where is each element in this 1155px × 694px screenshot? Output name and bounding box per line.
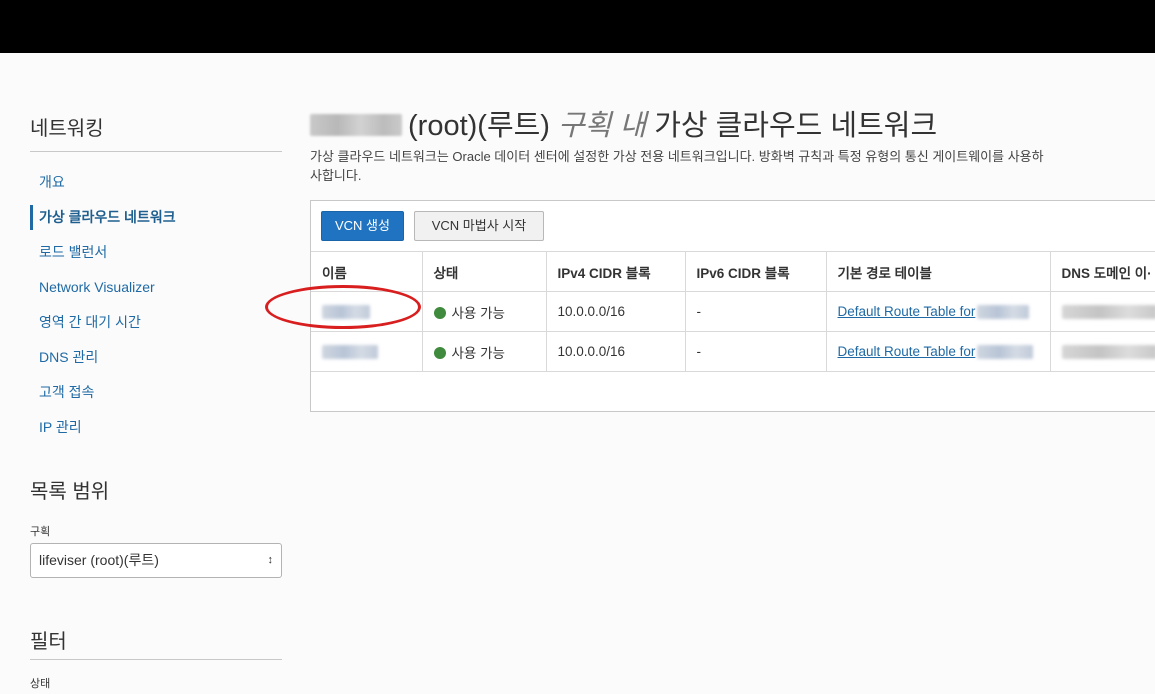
vcn-name-link[interactable] [311,291,422,332]
redacted-compartment-name [310,114,402,136]
ipv4-cell: 10.0.0.0/16 [545,291,685,332]
sidebar-item-dns-management[interactable]: DNS 관리 [30,340,282,375]
sidebar-item-ip-management[interactable]: IP 관리 [30,410,282,445]
top-header-bar [0,0,1155,53]
sidebar-divider [30,151,282,152]
filter-title: 필터 [30,631,67,653]
table-header-row: 이름 상태 IPv4 CIDR 블록 IPv6 CIDR 블록 기본 경로 테이… [311,251,1155,292]
sidebar-item-inter-region-latency[interactable]: 영역 간 대기 시간 [30,305,282,340]
route-table-link[interactable]: Default Route Table for [838,304,976,319]
redacted-route-table-name [977,305,1030,320]
compartment-select[interactable]: lifeviser (root)(루트) ↕ [30,543,282,578]
ipv4-cell: 10.0.0.0/16 [545,331,685,372]
ipv6-cell: - [684,291,826,332]
filter-divider [30,659,282,660]
redacted-dns-domain [1061,305,1155,320]
create-vcn-button[interactable]: VCN 생성 [321,211,404,241]
select-updown-icon: ↕ [267,554,274,566]
sidebar-item-load-balancer[interactable]: 로드 밸런서 [30,235,282,270]
available-status-icon [433,346,446,359]
state-filter-label: 상태 [30,678,51,690]
table-row: 사용 가능 10.0.0.0/16 - Default Route Table … [311,291,1155,332]
description-line-2: 사합니다. [310,168,362,183]
redacted-route-table-name [977,345,1034,360]
route-table-link[interactable]: Default Route Table for [838,344,976,359]
column-header-ipv4[interactable]: IPv4 CIDR 블록 [545,251,685,292]
sidebar-item-network-visualizer[interactable]: Network Visualizer [30,270,282,305]
state-text: 사용 가능 [451,345,505,361]
state-text: 사용 가능 [451,305,505,321]
list-scope-title: 목록 범위 [30,481,110,503]
sidebar-item-vcn[interactable]: 가상 클라우드 네트워크 [30,200,282,235]
dns-domain-cell [1049,291,1155,332]
redacted-vcn-name [322,345,378,360]
sidebar-item-overview[interactable]: 개요 [30,165,282,200]
compartment-select-value: lifeviser (root)(루트) [39,552,159,568]
page-title: (root)(루트) 구획 내 가상 클라우드 네트워크 [310,102,937,144]
vcn-list-panel: VCN 생성 VCN 마법사 시작 이름 상태 IPv4 CIDR 블록 IPv… [310,200,1155,412]
compartment-label: 구획 [30,526,51,538]
column-header-route-table[interactable]: 기본 경로 테이블 [825,251,1050,292]
sidebar-title: 네트워킹 [30,118,104,140]
redacted-dns-domain [1061,345,1155,360]
redacted-vcn-name [322,305,370,320]
description-line-1: 가상 클라우드 네트워크는 Oracle 데이터 센터에 설정한 가상 전용 네… [310,149,1044,164]
title-compartment-suffix: (root)(루트) [408,110,550,142]
vcn-table: 이름 상태 IPv4 CIDR 블록 IPv6 CIDR 블록 기본 경로 테이… [311,251,1155,372]
dns-domain-cell [1049,331,1155,372]
sidebar-item-customer-connectivity[interactable]: 고객 접속 [30,375,282,410]
sidebar-nav: 개요 가상 클라우드 네트워크 로드 밸런서 Network Visualize… [30,165,282,445]
route-table-cell[interactable]: Default Route Table for [825,291,1050,332]
start-vcn-wizard-button[interactable]: VCN 마법사 시작 [414,211,544,241]
table-row: 사용 가능 10.0.0.0/16 - Default Route Table … [311,331,1155,372]
available-status-icon [433,306,446,319]
column-header-dns-domain[interactable]: DNS 도메인 이· [1049,251,1155,292]
ipv6-cell: - [684,331,826,372]
column-header-ipv6[interactable]: IPv6 CIDR 블록 [684,251,826,292]
vcn-name-link[interactable] [311,331,422,372]
state-cell: 사용 가능 [421,331,546,372]
title-rest: 가상 클라우드 네트워크 [654,110,938,142]
page-description: 가상 클라우드 네트워크는 Oracle 데이터 센터에 설정한 가상 전용 네… [310,147,1155,185]
column-header-name[interactable]: 이름 [311,251,422,292]
route-table-cell[interactable]: Default Route Table for [825,331,1050,372]
state-cell: 사용 가능 [421,291,546,332]
column-header-state[interactable]: 상태 [421,251,546,292]
title-italic: 구획 내 [558,110,647,142]
